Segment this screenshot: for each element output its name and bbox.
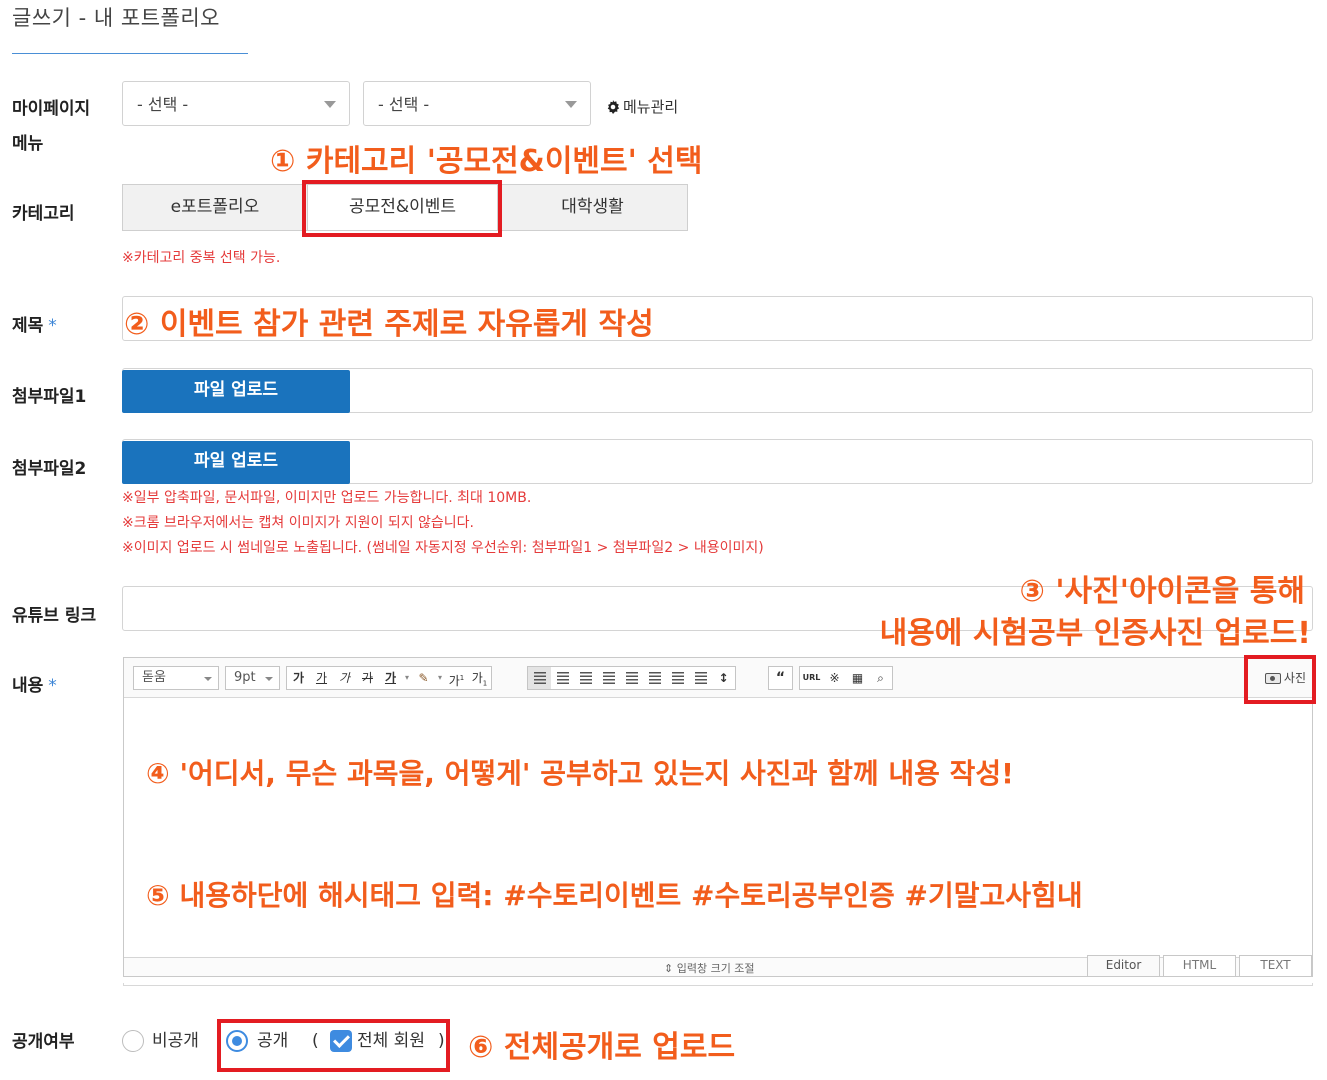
category-option-eportfolio[interactable]: e포트폴리오 <box>123 185 308 230</box>
annotation-step1: ① 카테고리 '공모전&이벤트' 선택 <box>270 144 703 179</box>
content-label: 내용 * <box>12 668 57 704</box>
bold-icon[interactable]: 가 <box>287 667 310 689</box>
chevron-down-icon <box>265 677 273 681</box>
font-family-value: 돋움 <box>142 670 166 685</box>
editor-toolbar: 돋움 9pt 가 가 가 가 가 ▾ ✎ ▾ 가1 가1 ↕ “ URL ※ ▦… <box>124 658 1312 698</box>
highlight-color-icon[interactable]: ✎ <box>412 667 435 689</box>
content-label-text: 내용 <box>12 676 44 696</box>
outdent-icon[interactable] <box>666 667 689 689</box>
font-size-value: 9pt <box>234 670 256 685</box>
italic-icon[interactable]: 가 <box>333 667 356 689</box>
category-label: 카테고리 <box>12 204 75 224</box>
menu-select-2[interactable]: - 선택 - <box>363 81 591 126</box>
menu-select-1[interactable]: - 선택 - <box>122 81 350 126</box>
required-mark: * <box>48 316 57 336</box>
menu-label-line1: 마이페이지 <box>12 99 91 119</box>
special-char-icon[interactable]: ※ <box>823 667 846 689</box>
visibility-label: 공개여부 <box>12 1032 75 1052</box>
annotation-step5: ⑤ 내용하단에 해시태그 입력: #수토리이벤트 #수토리공부인증 #기말고사힘… <box>146 879 1083 912</box>
editor-resize-handle[interactable]: ⇕ 입력창 크기 조절 Editor HTML TEXT <box>124 955 1312 976</box>
quote-icon[interactable]: “ <box>769 667 792 689</box>
search-icon[interactable]: ⌕ <box>869 667 892 689</box>
menu-select-1-value: - 선택 - <box>137 95 189 114</box>
insert-group: URL ※ ▦ ⌕ <box>799 666 893 690</box>
align-right-icon[interactable] <box>574 667 597 689</box>
mode-tab-text[interactable]: TEXT <box>1239 955 1312 976</box>
chevron-down-icon <box>565 101 577 108</box>
page-title: 글쓰기 - 내 포트폴리오 <box>12 6 220 30</box>
bullet-list-icon[interactable] <box>643 667 666 689</box>
title-underline <box>12 53 248 54</box>
font-color-icon[interactable]: 가 <box>379 667 402 689</box>
font-family-select[interactable]: 돋움 <box>133 666 219 690</box>
resize-label: ⇕ 입력창 크기 조절 <box>664 962 755 975</box>
underline-icon[interactable]: 가 <box>310 667 333 689</box>
chevron-down-icon <box>324 101 336 108</box>
highlight-box-visibility <box>217 1019 450 1072</box>
align-justify-icon[interactable] <box>597 667 620 689</box>
numbered-list-icon[interactable] <box>620 667 643 689</box>
attachment-note-3: ※이미지 업로드 시 썸네일로 노출됩니다. (썸네일 자동지정 우선순위: 첨… <box>122 540 764 556</box>
title-label: 제목 * <box>12 308 57 344</box>
visibility-private-radio[interactable] <box>122 1030 144 1052</box>
category-note: ※카테고리 중복 선택 가능. <box>122 250 281 266</box>
menu-manage-label: 메뉴관리 <box>623 98 679 116</box>
chevron-down-icon[interactable]: ▾ <box>435 667 445 689</box>
visibility-private-label: 비공개 <box>152 1031 199 1051</box>
mode-tab-html[interactable]: HTML <box>1163 955 1236 976</box>
menu-manage-link[interactable]: 메뉴관리 <box>606 97 678 117</box>
attachment1-label: 첨부파일1 <box>12 387 87 407</box>
subscript-icon[interactable]: 가1 <box>468 667 491 689</box>
attachment1-upload-button[interactable]: 파일 업로드 <box>122 370 350 413</box>
attachment2-label: 첨부파일2 <box>12 459 87 479</box>
paragraph-group: ↕ <box>527 666 736 690</box>
highlight-box-category <box>302 180 502 237</box>
annotation-step2: ② 이벤트 참가 관련 주제로 자유롭게 작성 <box>124 307 654 342</box>
annotation-step6: ⑥ 전체공개로 업로드 <box>468 1030 736 1065</box>
attachment2-upload-button[interactable]: 파일 업로드 <box>122 441 350 484</box>
strikethrough-icon[interactable]: 가 <box>356 667 379 689</box>
gear-icon <box>607 100 620 114</box>
required-mark: * <box>48 676 57 696</box>
line-height-icon[interactable]: ↕ <box>712 667 735 689</box>
quote-group: “ <box>768 666 793 690</box>
link-icon[interactable]: URL <box>800 667 823 689</box>
highlight-box-photo <box>1244 655 1316 704</box>
text-style-group: 가 가 가 가 가 ▾ ✎ ▾ 가1 가1 <box>286 666 492 690</box>
category-option-campus-life[interactable]: 대학생활 <box>498 185 687 230</box>
menu-select-2-value: - 선택 - <box>378 95 430 114</box>
editor-bottom-border <box>123 983 1313 986</box>
align-left-icon[interactable] <box>528 667 551 689</box>
content-editor: 돋움 9pt 가 가 가 가 가 ▾ ✎ ▾ 가1 가1 ↕ “ URL ※ ▦… <box>123 657 1313 977</box>
chevron-down-icon <box>204 677 212 681</box>
superscript-icon[interactable]: 가1 <box>445 667 468 689</box>
annotation-step3-line2: 내용에 시험공부 인증사진 업로드! <box>879 616 1311 651</box>
indent-icon[interactable] <box>689 667 712 689</box>
menu-label-line2: 메뉴 <box>12 134 44 154</box>
annotation-step4: ④ '어디서, 무슨 과목을, 어떻게' 공부하고 있는지 사진과 함께 내용 … <box>146 757 1014 790</box>
attachment-note-2: ※크롬 브라우저에서는 캡쳐 이미지가 지원이 되지 않습니다. <box>122 515 475 531</box>
attachment-note-1: ※일부 압축파일, 문서파일, 이미지만 업로드 가능합니다. 최대 10MB. <box>122 490 532 506</box>
align-center-icon[interactable] <box>551 667 574 689</box>
font-size-select[interactable]: 9pt <box>225 666 280 690</box>
chevron-down-icon[interactable]: ▾ <box>402 667 412 689</box>
youtube-label: 유튜브 링크 <box>12 606 97 626</box>
annotation-step3-line1: ③ '사진'아이콘을 통해 <box>1019 574 1305 609</box>
title-label-text: 제목 <box>12 316 44 336</box>
mode-tab-editor[interactable]: Editor <box>1087 955 1160 976</box>
table-icon[interactable]: ▦ <box>846 667 869 689</box>
